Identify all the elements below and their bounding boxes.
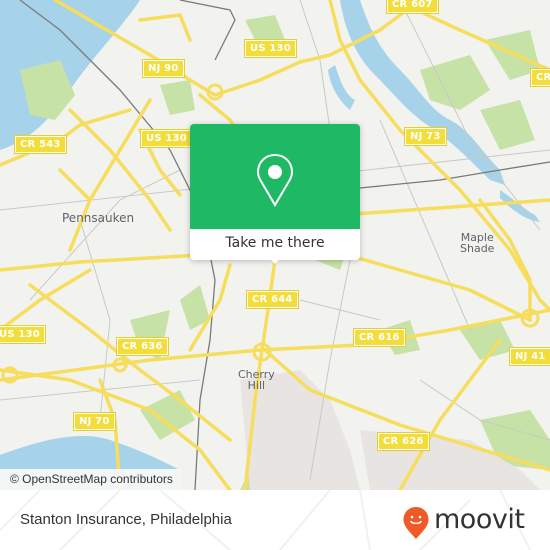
place-label-pennsauken: Pennsauken	[62, 211, 135, 225]
road-label-cr-616: CR 616	[353, 328, 406, 347]
road-label-nj-70: NJ 70	[73, 412, 116, 431]
map-attribution[interactable]: © OpenStreetMap contributors	[0, 469, 181, 490]
road-label-us-130: US 130	[0, 325, 46, 344]
road-label-us-130: US 130	[244, 39, 297, 58]
moovit-wordmark: moovit	[434, 504, 525, 535]
road-label-cr: CR	[529, 68, 550, 87]
road-label-cr-644: CR 644	[246, 290, 299, 309]
road-label-us-130: US 130	[140, 129, 193, 148]
park	[480, 100, 535, 150]
river-delaware	[0, 0, 140, 150]
park	[140, 390, 195, 440]
road-label-cr-607: CR 607	[386, 0, 439, 14]
road-label-nj-73: NJ 73	[404, 127, 447, 146]
road-label-nj-41: NJ 41	[509, 347, 550, 366]
road-label-nj-90: NJ 90	[142, 59, 185, 78]
river-channel	[328, 65, 355, 110]
location-pin-icon	[256, 153, 294, 207]
location-popup: Take me there	[190, 124, 360, 264]
park	[420, 55, 490, 110]
road-label-cr-543: CR 543	[14, 135, 67, 154]
popup-pointer	[266, 254, 284, 264]
location-title: Stanton Insurance, Philadelphia	[20, 511, 232, 528]
footer-bar: Stanton Insurance, Philadelphia moovit	[0, 490, 550, 550]
road-label-cr-626: CR 626	[377, 432, 430, 451]
popup-header	[190, 124, 360, 229]
park	[160, 80, 195, 115]
moovit-pin-icon	[403, 507, 429, 539]
place-label-maple-shade: Maple Shade	[460, 231, 495, 255]
place-label-cherry-hill: Cherry Hill	[238, 368, 275, 392]
road-label-cr-636: CR 636	[116, 337, 169, 356]
